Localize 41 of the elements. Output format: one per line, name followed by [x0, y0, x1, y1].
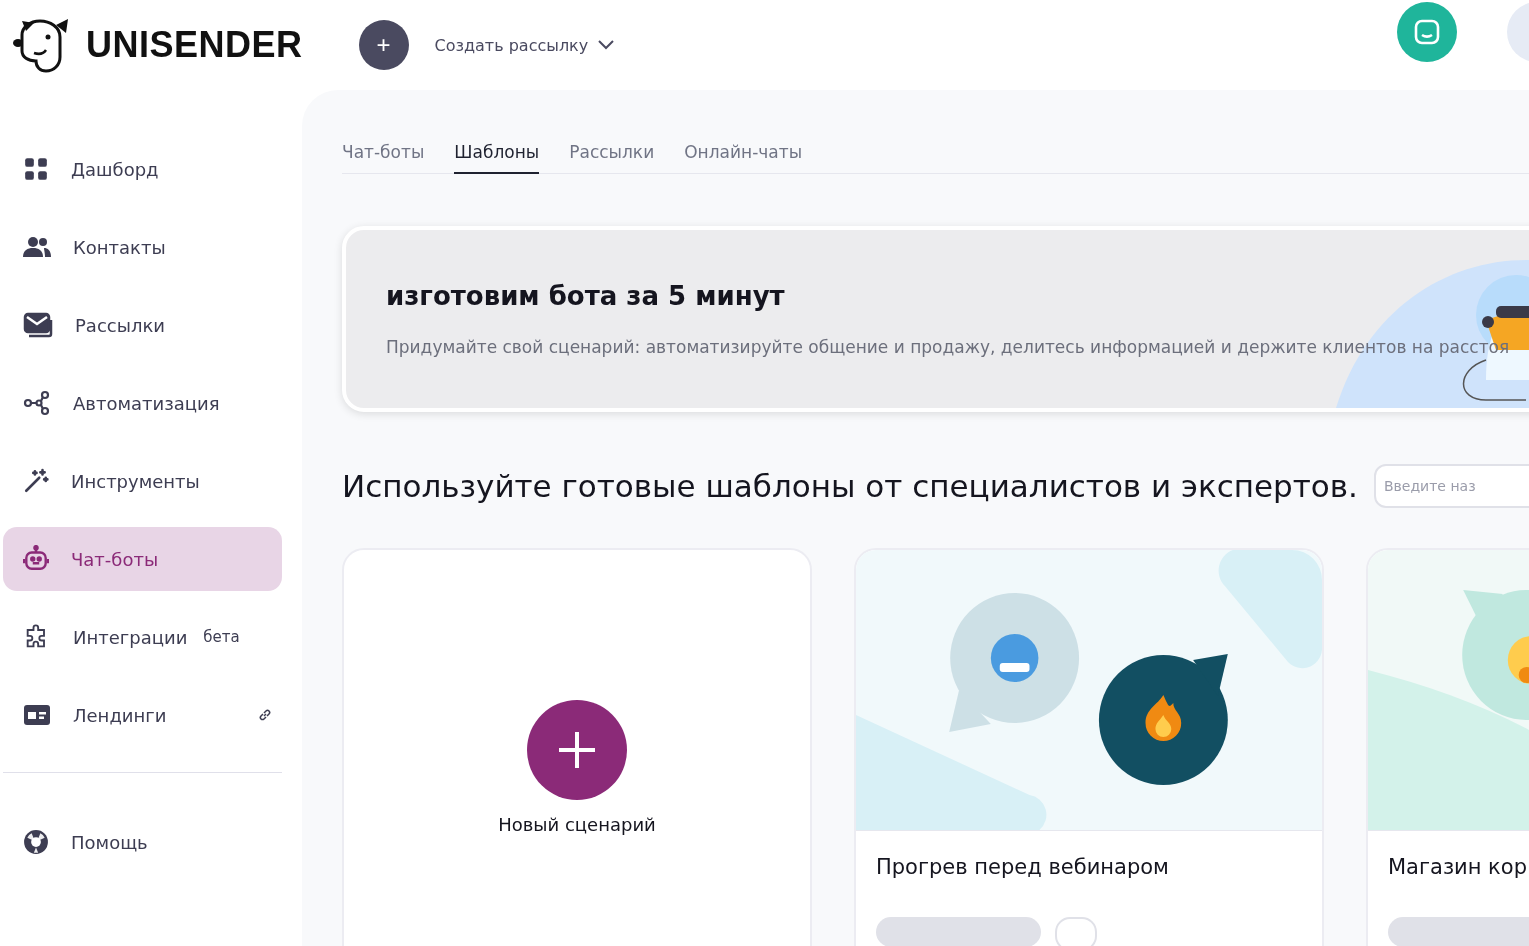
- sidebar-item[interactable]: Помощь: [3, 810, 282, 874]
- template-card[interactable]: Прогрев перед вебинаром: [854, 548, 1324, 946]
- template-title: Прогрев перед вебинаром: [875, 854, 1170, 879]
- create-mailing-menu[interactable]: Создать рассылку: [428, 34, 621, 56]
- sidebar-item[interactable]: Лендинги: [3, 683, 282, 747]
- sidebar-item[interactable]: Автоматизация: [3, 371, 282, 435]
- landing-page-icon: [23, 703, 51, 727]
- lifebuoy-icon: [23, 829, 49, 855]
- section-heading: Используйте готовые шаблоны от специалистов и экспертов.: [342, 468, 1358, 504]
- new-scenario-card[interactable]: Новый сценарий: [342, 548, 812, 946]
- banner-title: изготовим бота за 5 минут: [386, 281, 786, 311]
- new-scenario-label: Новый сценарий: [498, 814, 656, 835]
- search-field[interactable]: Введите наз: [1373, 464, 1529, 508]
- chat-button[interactable]: [1397, 2, 1457, 62]
- sidebar-item[interactable]: Контакты: [3, 215, 282, 279]
- sidebar-item[interactable]: Интеграции бета: [3, 605, 282, 669]
- dashboard-icon: [23, 156, 49, 182]
- banner-text: Придумайте свой сценарий: автоматизируйте общение и продажу, делитесь информацией и держите клиентов на расстоя: [386, 337, 1511, 357]
- tab[interactable]: Онлайн-чаты: [684, 130, 803, 174]
- tab[interactable]: Чат-боты: [342, 130, 425, 174]
- nodes-icon: [23, 390, 51, 416]
- template-card[interactable]: Магазин кор: [1366, 548, 1529, 946]
- magic-wand-icon: [23, 468, 49, 494]
- tag-pill: [1055, 917, 1097, 946]
- link-icon: [258, 708, 273, 722]
- tab[interactable]: Шаблоны: [454, 130, 540, 174]
- create-button[interactable]: +: [358, 20, 409, 70]
- envelope-icon: [23, 312, 53, 338]
- beta-label: бета: [203, 628, 240, 646]
- tab[interactable]: Рассылки: [569, 130, 655, 174]
- sidebar-item[interactable]: Инструменты: [3, 449, 282, 513]
- chat-icon: [1413, 18, 1441, 46]
- plus-icon: [557, 730, 597, 770]
- robot-icon: [23, 545, 49, 573]
- chevron-down-icon: [598, 40, 615, 50]
- sidebar-item[interactable]: Чат-боты: [3, 527, 282, 591]
- people-icon: [23, 234, 51, 260]
- sidebar-item[interactable]: Рассылки: [3, 293, 282, 357]
- logo-text: UNISENDER: [86, 24, 303, 66]
- sidebar-item[interactable]: Дашборд: [3, 137, 282, 201]
- template-title: Магазин кор: [1387, 854, 1528, 879]
